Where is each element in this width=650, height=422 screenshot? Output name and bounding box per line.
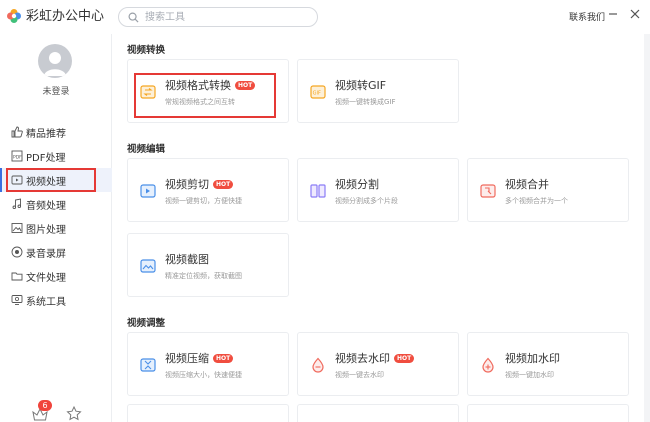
tool-card-video-compress[interactable]: 视频压缩 HOT 视频压缩大小，快速便捷 (127, 332, 289, 396)
hot-badge: HOT (235, 81, 256, 90)
card-desc: 视频一键剪切，方便快捷 (165, 197, 242, 205)
sidebar-item-system[interactable]: 系统工具 (0, 288, 112, 312)
card-desc: 视频一键加水印 (505, 371, 554, 379)
card-title: 视频格式转换 HOT (165, 77, 256, 93)
user-icon (44, 52, 66, 76)
minimize-button[interactable] (605, 6, 621, 22)
sidebar-item-label: 录音录屏 (26, 248, 66, 260)
sidebar-item-video[interactable]: 视频处理 (0, 168, 112, 192)
tool-card-video-format-convert[interactable]: 视频格式转换 HOT 常规视频格式之间互转 (127, 59, 289, 123)
card-desc: 视频一键转换成GIF (335, 98, 396, 106)
sidebar-item-label: 视频处理 (26, 176, 66, 188)
card-title: 视频去水印 HOT (335, 350, 415, 366)
tool-card-video-screenshot[interactable]: 视频截图 精准定位视频，获取截图 (127, 233, 289, 297)
sidebar-item-audio[interactable]: 音频处理 (0, 192, 112, 216)
search-box[interactable] (118, 7, 318, 27)
sidebar-item-pdf[interactable]: PDF PDF处理 (0, 144, 112, 168)
sidebar-item-label: 文件处理 (26, 272, 66, 284)
tool-card-video-merge[interactable]: 视频合并 多个视频合并为一个 (467, 158, 629, 222)
notification-badge: 6 (38, 400, 52, 411)
close-icon (630, 9, 640, 19)
video-compress-icon (140, 358, 156, 372)
video-screenshot-icon (140, 259, 156, 273)
hot-badge: HOT (394, 354, 415, 363)
video-icon (11, 175, 23, 185)
section-title: 视频编辑 (127, 144, 166, 155)
scrollbar[interactable] (644, 34, 650, 422)
app-logo-icon (7, 9, 21, 23)
sidebar-item-label: 精品推荐 (26, 128, 66, 140)
sidebar-bottom-icons (32, 405, 82, 421)
sidebar-item-label: PDF处理 (26, 152, 66, 164)
close-button[interactable] (627, 6, 643, 22)
star-icon[interactable] (66, 405, 82, 421)
thumbs-up-icon (11, 126, 23, 138)
main-content: 视频转换 视频格式转换 HOT 常规视频格式之间互转 GIF 视频转GIF 视频一… (113, 34, 650, 422)
system-icon (11, 295, 23, 305)
tool-card-add-watermark[interactable]: 视频加水印 视频一键加水印 (467, 332, 629, 396)
pdf-icon: PDF (11, 150, 23, 162)
card-title: 视频加水印 (505, 352, 560, 365)
tool-card-partial[interactable] (297, 404, 459, 422)
contact-us-link[interactable]: 联系我们 (569, 10, 605, 23)
card-desc: 多个视频合并为一个 (505, 197, 568, 205)
sidebar: 未登录 精品推荐 PDF PDF处理 视频处理 音频处理 图片处理 录音录屏 文… (0, 34, 112, 422)
video-split-icon (310, 184, 326, 198)
section-title: 视频转换 (127, 45, 166, 56)
card-desc: 常规视频格式之间互转 (165, 98, 235, 106)
sidebar-item-record[interactable]: 录音录屏 (0, 240, 112, 264)
video-cut-icon (140, 184, 156, 198)
hot-badge: HOT (213, 354, 234, 363)
tool-card-partial[interactable] (127, 404, 289, 422)
tool-card-partial[interactable] (467, 404, 629, 422)
svg-text:PDF: PDF (13, 155, 22, 161)
card-title: 视频压缩 HOT (165, 350, 234, 366)
card-title: 视频截图 (165, 253, 209, 266)
video-merge-icon (480, 184, 496, 198)
add-watermark-icon (482, 357, 494, 373)
card-desc: 精准定位视频，获取截图 (165, 272, 242, 280)
card-title: 视频转GIF (335, 79, 387, 92)
sidebar-item-image[interactable]: 图片处理 (0, 216, 112, 240)
search-input[interactable] (145, 9, 310, 25)
card-desc: 视频分割成多个片段 (335, 197, 398, 205)
remove-watermark-icon (312, 357, 324, 373)
video-convert-icon (140, 85, 156, 99)
gif-icon: GIF (310, 85, 326, 99)
login-status[interactable]: 未登录 (0, 84, 112, 97)
svg-text:GIF: GIF (313, 91, 321, 97)
sidebar-item-label: 系统工具 (26, 296, 66, 308)
card-title: 视频分割 (335, 178, 379, 191)
sidebar-item-label: 音频处理 (26, 200, 66, 212)
card-desc: 视频一键去水印 (335, 371, 384, 379)
tool-card-video-to-gif[interactable]: GIF 视频转GIF 视频一键转换成GIF (297, 59, 459, 123)
sidebar-item-recommend[interactable]: 精品推荐 (0, 120, 112, 144)
record-icon (11, 246, 23, 258)
search-icon (128, 12, 139, 23)
tool-card-video-cut[interactable]: 视频剪切 HOT 视频一键剪切，方便快捷 (127, 158, 289, 222)
folder-icon (11, 272, 23, 281)
card-title: 视频合并 (505, 178, 549, 191)
title-bar: 彩虹办公中心 联系我们 (0, 0, 650, 34)
tool-card-remove-watermark[interactable]: 视频去水印 HOT 视频一键去水印 (297, 332, 459, 396)
card-title: 视频剪切 HOT (165, 176, 234, 192)
hot-badge: HOT (213, 180, 234, 189)
minimize-icon (609, 13, 617, 15)
sidebar-item-file[interactable]: 文件处理 (0, 264, 112, 288)
app-title: 彩虹办公中心 (26, 9, 105, 24)
card-desc: 视频压缩大小，快速便捷 (165, 371, 242, 379)
tool-card-video-split[interactable]: 视频分割 视频分割成多个片段 (297, 158, 459, 222)
section-title: 视频调整 (127, 318, 166, 329)
image-icon (11, 223, 23, 233)
avatar[interactable] (38, 44, 72, 78)
music-icon (12, 198, 22, 210)
sidebar-item-label: 图片处理 (26, 224, 66, 236)
